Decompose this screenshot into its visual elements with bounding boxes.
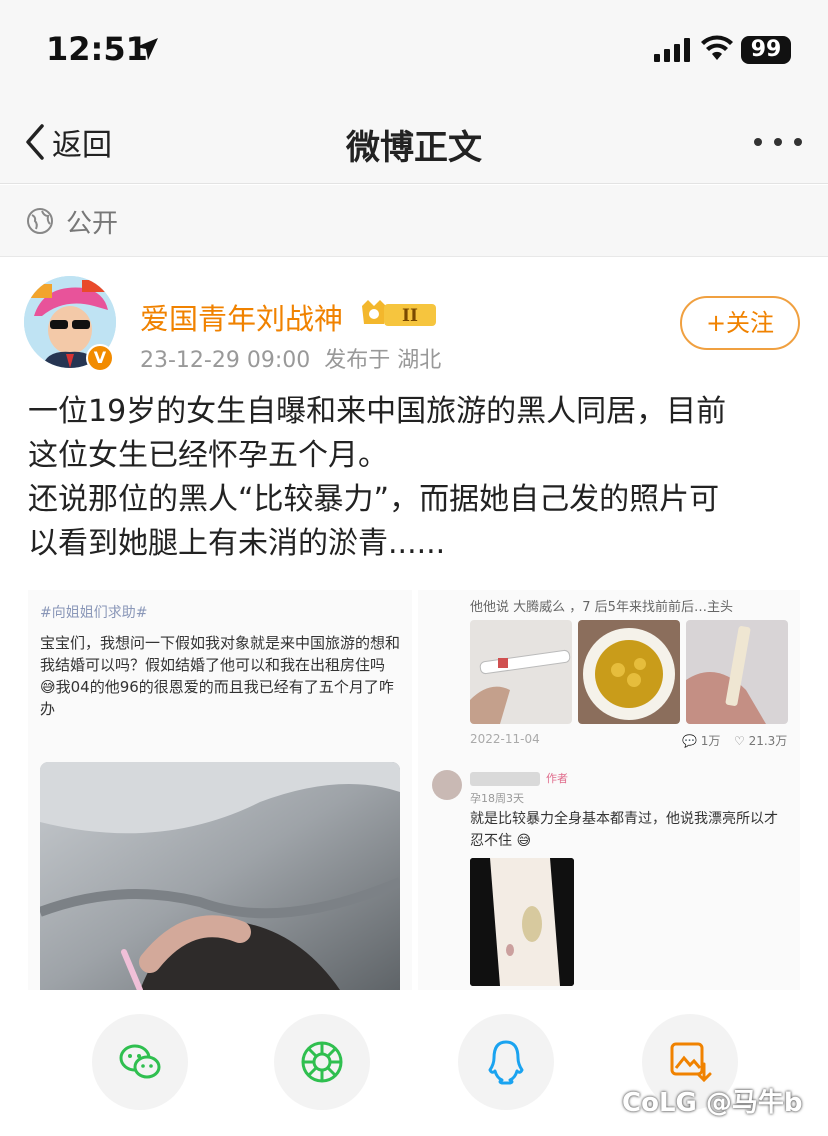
comment-text: 就是比较暴力全身基本都青过，他说我漂亮所以才忍不住 😅 [470,811,778,849]
qq-icon [488,1040,524,1085]
like-count: ♡ 21.3万 [734,734,788,748]
post-line: 还说那位的黑人“比较暴力”，而据她自己发的照片可 [28,482,720,517]
post-location: 发布于 湖北 [324,348,442,373]
share-wechat-button[interactable] [92,1014,188,1110]
post-timestamp: 23-12-29 09:00 [140,348,311,373]
visibility-row: 公开 [0,185,828,257]
wechat-icon [119,1044,161,1079]
post-meta: 23-12-29 09:00 发布于 湖北 [140,342,441,374]
vip-level-text: II [402,306,418,326]
post-date: 2022-11-04 [470,732,540,746]
nav-bar: 返回 微博正文 [0,100,828,184]
post-line: 一位19岁的女生自曝和来中国旅游的黑人同居，目前 [28,394,727,429]
post-line: 这位女生已经怀孕五个月。 [28,438,388,473]
commenter-subtitle: 孕18周3天 [470,792,524,805]
photo-thumbnail [470,620,572,724]
vip-level-icon: II [362,300,436,326]
commenter-avatar [432,770,462,800]
signal-icon [654,38,690,62]
wifi-icon [701,35,733,60]
save-image-icon [670,1042,712,1083]
share-qq-button[interactable] [458,1014,554,1110]
share-moments-button[interactable] [274,1014,370,1110]
verified-badge: V [86,344,114,372]
author-name[interactable]: 爱国青年刘战神 [140,296,343,338]
comment-count-value: 1万 [700,734,721,748]
status-bar: 12:51 99 [0,0,828,100]
visibility-label: 公开 [66,209,119,239]
commenter-name-blurred [470,772,540,786]
author-tag: 作者 [546,772,568,785]
leg-photo [470,858,574,986]
blanket-photo [40,762,400,990]
page-title: 微博正文 [346,128,482,168]
photo-thumbnail [578,620,680,724]
photo-thumbnail [686,620,788,724]
comment-count: 💬 1万 [682,734,721,748]
watermark: CoLG @马牛b [622,1088,803,1118]
like-count-value: 21.3万 [748,734,788,748]
follow-button[interactable]: +关注 [680,296,800,350]
more-icon[interactable] [752,130,804,154]
status-time: 12:51 [46,30,148,68]
location-arrow-icon [136,38,158,60]
post-image-right[interactable]: 他他说 大腾威么 ，7 后5年来找前前后…主头 2022-11-04 💬 1万 … [418,590,800,990]
globe-icon [27,208,53,234]
post-body: 一位19岁的女生自曝和来中国旅游的黑人同居，目前 这位女生已经怀孕五个月。 还说… [28,390,804,566]
moments-icon [301,1041,343,1083]
image-hashtag: #向姐姐们求助# [40,605,148,621]
image-text: 宝宝们，我想问一下假如我对象就是来中国旅游的想和我结婚可以吗？假如结婚了他可以和… [40,634,401,718]
image-caption: 他他说 大腾威么 ，7 后5年来找前前后…主头 [470,600,733,615]
battery-indicator: 99 [741,36,791,64]
post-line: 以看到她腿上有未消的淤青...... [28,526,446,561]
post-image-left[interactable]: #向姐姐们求助# 宝宝们，我想问一下假如我对象就是来中国旅游的想和我结婚可以吗？… [28,590,412,990]
